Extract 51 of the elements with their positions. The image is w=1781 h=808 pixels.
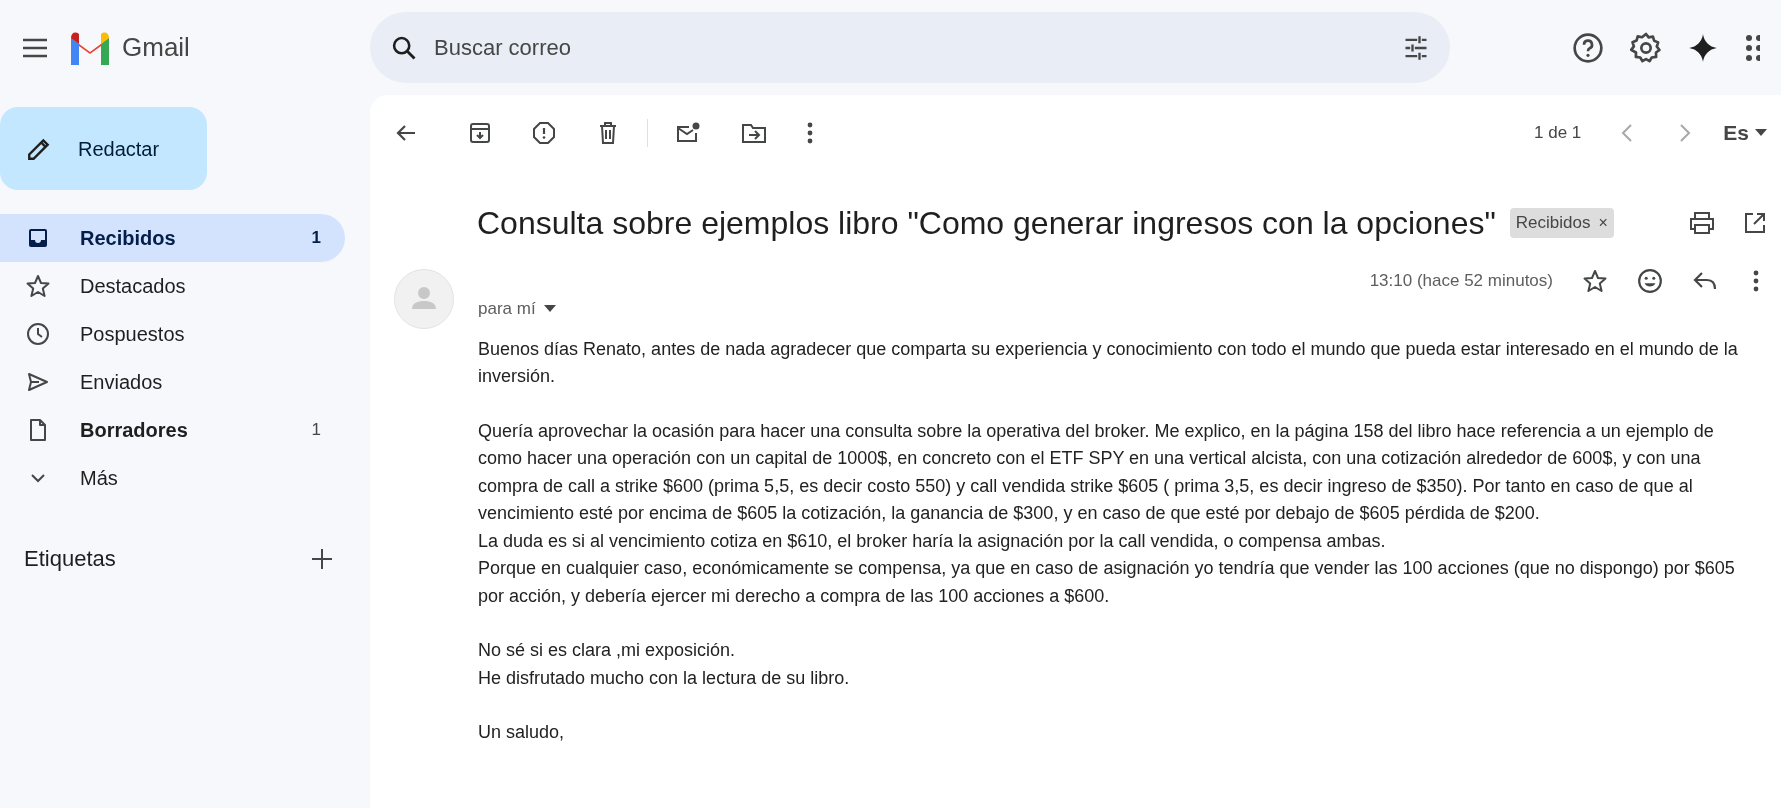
app-name: Gmail — [122, 31, 190, 64]
timestamp: 13:10 (hace 52 minutos) — [1369, 270, 1553, 293]
sidebar-item[interactable]: Más — [0, 454, 345, 502]
settings-icon[interactable] — [1630, 31, 1662, 64]
more-icon[interactable] — [1753, 270, 1759, 292]
menu-icon[interactable] — [22, 37, 48, 58]
compose-button[interactable]: Redactar — [0, 107, 207, 190]
print-icon[interactable] — [1689, 211, 1715, 235]
star-icon — [26, 274, 50, 298]
emoji-icon[interactable] — [1637, 268, 1663, 294]
sidebar-item[interactable]: Pospuestos — [0, 310, 345, 358]
avatar-icon — [394, 269, 454, 329]
page-count: 1 de 1 — [1534, 122, 1582, 145]
body-text: La duda es si al vencimiento cotiza en $610, el broker haría la asignación por la call vendida, o compensa ambas. — [478, 529, 1387, 553]
sidebar-item[interactable]: Borradores 1 — [0, 406, 345, 454]
body-text: He disfrutado mucho con la lectura de su libro. — [478, 666, 851, 690]
open-new-window-icon[interactable] — [1743, 211, 1767, 235]
help-icon[interactable] — [1572, 31, 1604, 64]
caret-icon — [1755, 129, 1767, 137]
body-text: No sé si es clara ,mi exposición. — [478, 639, 737, 662]
input-tools-button[interactable]: Es — [1723, 117, 1767, 149]
clock-icon — [26, 322, 50, 346]
mark-unread-icon[interactable] — [675, 121, 701, 145]
add-icon[interactable] — [311, 547, 333, 570]
caret-icon[interactable] — [543, 304, 556, 313]
send-icon — [26, 370, 50, 394]
more-icon[interactable] — [807, 122, 813, 144]
archive-icon[interactable] — [468, 121, 492, 145]
inbox-icon — [26, 226, 50, 250]
unread-count: 1 — [311, 419, 321, 442]
reply-icon[interactable] — [1693, 270, 1717, 292]
spam-icon[interactable] — [532, 121, 556, 145]
sidebar-item[interactable]: Destacados — [0, 262, 345, 310]
body-text: Quería aprovechar la ocasión para hacer una consulta sobre la operativa del broker. Me explico, en la página 158 del libro hace referencia a un ejemplo de como hacer una operación con un capital de 1000$, en concreto con el ETF SPY en una vertical alcista, con una cotización alrededor de 600$, y con una compra de call a strike $600 (prima 5,5, es decir costo 550) y call vendida strike $605 ( prima 3,5, es decir ingreso de $350). Por tanto en caso de que al vencimiento esté por encima de $605 la cotización, la ganancia de $300, y en caso de que esté por debajo de $605 pérdida de $200. — [478, 419, 1715, 525]
unread-count: 1 — [311, 227, 321, 250]
search-bar[interactable]: Buscar correo — [370, 12, 1450, 83]
body-text: Un saludo, — [478, 721, 566, 744]
search-field[interactable]: Buscar correo — [434, 31, 1386, 64]
logo-icon — [68, 30, 112, 65]
sidebar-item[interactable]: Recibidos 1 — [0, 214, 345, 262]
body-text: Buenos días Renato, antes de nada agradecer que comparta su experiencia y conocimiento con todo el mundo que pueda estar interesado en el mundo de la inversión. — [478, 337, 1739, 388]
sidebar-item[interactable]: Enviados — [0, 358, 345, 406]
apps-icon[interactable] — [1744, 32, 1760, 63]
body-text: Porque en cualquier caso, económicamente se compensa, ya que en caso de asignación yo tendría que vender las 100 acciones (que no dispongo) por $605 por acción, y debería ejercer mi derecho a compra de las 100 acciones a $600. — [478, 557, 1736, 608]
label-chip[interactable]: Recibidos × — [1509, 208, 1614, 238]
labels-heading: Etiquetas — [24, 545, 116, 573]
move-folder-icon[interactable] — [741, 121, 767, 145]
email-subject: Consulta sobre ejemplos libro "Como generar ingresos con la opciones" — [477, 204, 1496, 243]
star-icon[interactable] — [1583, 269, 1607, 293]
remove-icon[interactable]: × — [1598, 211, 1608, 235]
recipient-text: para mí — [478, 298, 536, 320]
